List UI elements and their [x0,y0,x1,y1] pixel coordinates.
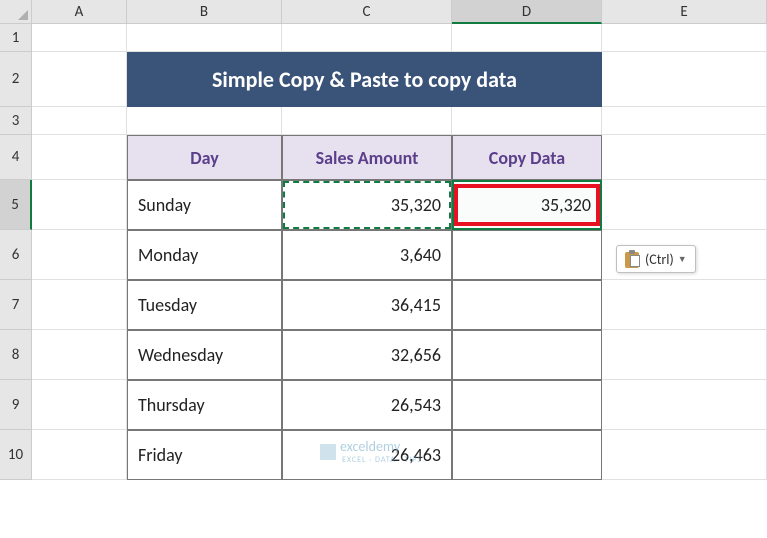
row-header-3[interactable]: 3 [0,107,32,135]
table-cell-sales[interactable]: 26,543 [282,380,452,430]
row-header-2[interactable]: 2 [0,52,32,107]
table-cell-sales[interactable]: 36,415 [282,280,452,330]
cell[interactable] [602,107,767,135]
cell[interactable] [32,135,127,180]
table-cell-sales[interactable]: 35,320 [282,180,452,230]
table-cświadcenia[interactable]: 26,463 [282,430,452,480]
table-cell-copy[interactable] [452,430,602,480]
table-cell-sales[interactable]: 32,656 [282,330,452,380]
table-cell-day[interactable]: Tuesday [127,280,282,330]
row-header-9[interactable]: 9 [0,380,32,430]
cell[interactable] [32,52,127,107]
cell[interactable] [32,430,127,480]
row-header-5[interactable]: 5 [0,180,32,230]
table-cell-day[interactable]: Sunday [127,180,282,230]
cell[interactable] [127,24,282,52]
table-cell-day[interactable]: Monday [127,230,282,280]
table-cell-day[interactable]: Wednesday [127,330,282,380]
cell[interactable] [602,430,767,480]
cell[interactable] [32,107,127,135]
cell[interactable] [602,180,767,230]
cell[interactable] [32,180,127,230]
cell[interactable] [127,107,282,135]
spreadsheet: A B C D E 1 2 3 4 5 6 7 8 9 10 Simple Co… [0,0,767,538]
col-header-e[interactable]: E [602,0,767,24]
cell[interactable] [32,280,127,330]
col-header-c[interactable]: C [282,0,452,24]
row-header-10[interactable]: 10 [0,430,32,480]
chevron-down-icon: ▼ [678,254,687,265]
table-cell-copy[interactable]: 35,320 [452,180,602,230]
cell[interactable] [602,330,767,380]
cell-value: 35,320 [391,194,441,216]
table-cell-sales[interactable]: 3,640 [282,230,452,280]
select-all-corner[interactable] [0,0,32,24]
table-header-copy[interactable]: Copy Data [452,135,602,180]
col-header-b[interactable]: B [127,0,282,24]
cell[interactable] [602,24,767,52]
row-header-8[interactable]: 8 [0,330,32,380]
title-cell[interactable]: Simple Copy & Paste to copy data [127,52,602,107]
table-header-sales[interactable]: Sales Amount [282,135,452,180]
cell[interactable] [32,230,127,280]
table-cell-copy[interactable] [452,330,602,380]
cell[interactable] [452,107,602,135]
cell[interactable] [602,380,767,430]
cell[interactable] [32,24,127,52]
clipboard-icon [625,250,641,268]
table-header-day[interactable]: Day [127,135,282,180]
table-cell-copy[interactable] [452,380,602,430]
cell[interactable] [32,330,127,380]
cell[interactable] [282,24,452,52]
cell[interactable] [602,52,767,107]
col-header-d[interactable]: D [452,0,602,24]
cell[interactable] [452,24,602,52]
cell[interactable] [282,107,452,135]
cell[interactable] [602,135,767,180]
row-headers: 1 2 3 4 5 6 7 8 9 10 [0,24,32,480]
paste-options-label: (Ctrl) [645,251,674,268]
col-header-a[interactable]: A [32,0,127,24]
table-cell-copy[interactable] [452,230,602,280]
table-cell-copy[interactable] [452,280,602,330]
row-header-6[interactable]: 6 [0,230,32,280]
table-cell-day[interactable]: Friday [127,430,282,480]
paste-options-button[interactable]: (Ctrl) ▼ [616,245,696,273]
column-headers: A B C D E [32,0,767,24]
table-cell-day[interactable]: Thursday [127,380,282,430]
cell[interactable] [602,280,767,330]
cell[interactable] [32,380,127,430]
row-header-7[interactable]: 7 [0,280,32,330]
row-header-1[interactable]: 1 [0,24,32,52]
row-header-4[interactable]: 4 [0,135,32,180]
